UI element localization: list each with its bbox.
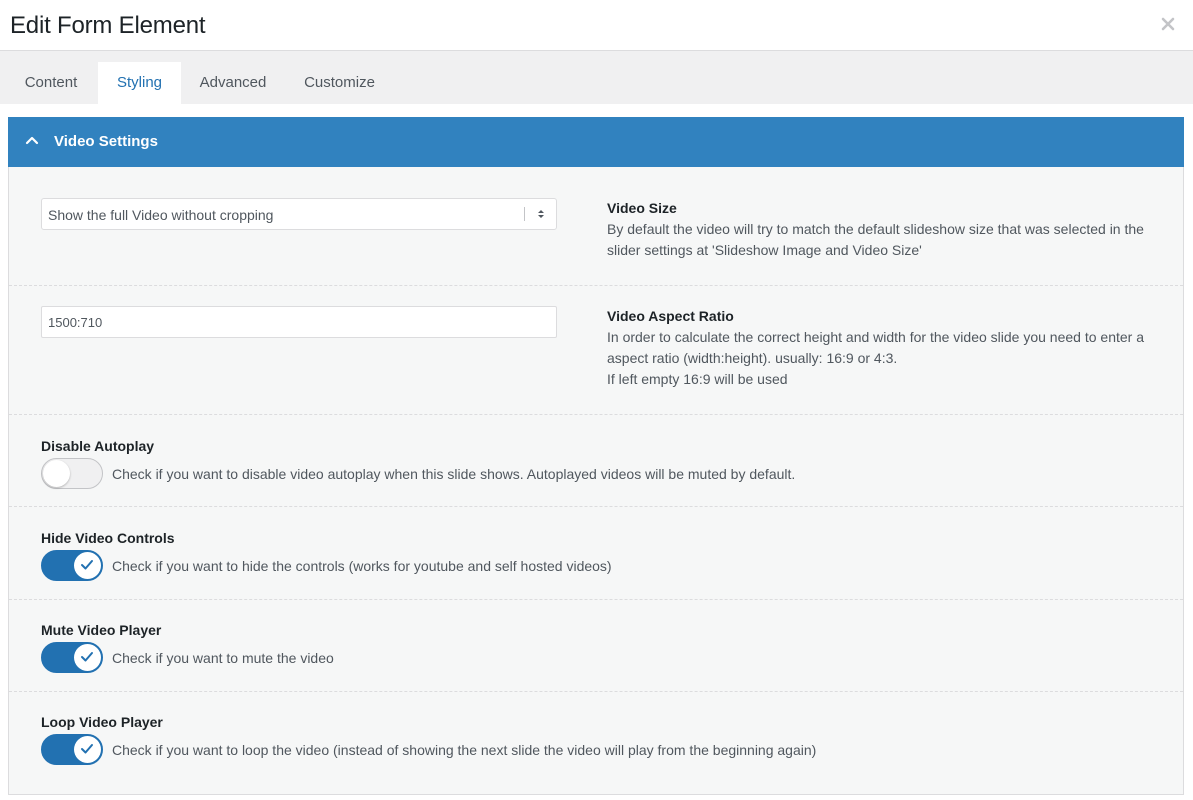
tab-content[interactable]: Content (6, 62, 96, 104)
hide-controls-row: Hide Video Controls Check if you want to… (41, 530, 1181, 590)
aspect-ratio-description-line2: If left empty 16:9 will be used (607, 371, 788, 387)
hide-controls-description: Check if you want to hide the controls (… (112, 558, 612, 574)
mute-player-description: Check if you want to mute the video (112, 650, 334, 666)
dialog-title: Edit Form Element (10, 12, 206, 39)
dialog-titlebar: Edit Form Element (0, 0, 1193, 51)
tab-styling[interactable]: Styling (98, 62, 181, 104)
toggle-knob (74, 552, 101, 579)
divider (9, 414, 1183, 415)
toggle-knob (74, 736, 101, 763)
tab-advanced[interactable]: Advanced (188, 62, 278, 104)
disable-autoplay-row: Disable Autoplay Check if you want to di… (41, 438, 1181, 498)
aspect-ratio-input[interactable] (41, 306, 557, 338)
divider (9, 285, 1183, 286)
tab-customize[interactable]: Customize (292, 62, 387, 104)
checkmark-icon (81, 560, 93, 570)
loop-player-label: Loop Video Player (41, 714, 163, 730)
aspect-ratio-title: Video Aspect Ratio (607, 308, 734, 324)
tab-bar: Content Styling Advanced Customize (0, 51, 1193, 104)
mute-player-label: Mute Video Player (41, 622, 162, 638)
aspect-ratio-description-line1: In order to calculate the correct height… (607, 329, 1144, 366)
divider (9, 506, 1183, 507)
chevron-up-icon (25, 136, 39, 145)
hide-controls-toggle[interactable] (41, 550, 103, 581)
mute-player-row: Mute Video Player Check if you want to m… (41, 622, 1181, 682)
mute-player-toggle[interactable] (41, 642, 103, 673)
hide-controls-label: Hide Video Controls (41, 530, 175, 546)
video-settings-panel: Video Settings Show the full Video witho… (8, 117, 1184, 795)
video-size-selected: Show the full Video without cropping (48, 207, 274, 223)
select-divider (524, 207, 525, 221)
panel-title: Video Settings (54, 133, 158, 150)
video-settings-header[interactable]: Video Settings (8, 117, 1184, 167)
toggle-knob (74, 644, 101, 671)
loop-player-row: Loop Video Player Check if you want to l… (41, 714, 1181, 774)
select-arrows-icon (538, 210, 544, 218)
loop-player-description: Check if you want to loop the video (ins… (112, 742, 817, 758)
toggle-knob (43, 460, 70, 487)
checkmark-icon (81, 744, 93, 754)
video-size-description: By default the video will try to match t… (607, 221, 1144, 258)
checkmark-icon (81, 652, 93, 662)
divider (9, 599, 1183, 600)
aspect-ratio-description: In order to calculate the correct height… (607, 327, 1167, 390)
close-icon (1161, 17, 1175, 31)
video-size-select[interactable]: Show the full Video without cropping (41, 198, 557, 230)
close-button[interactable] (1159, 15, 1177, 33)
loop-player-toggle[interactable] (41, 734, 103, 765)
disable-autoplay-label: Disable Autoplay (41, 438, 155, 454)
video-size-title: Video Size (607, 200, 677, 216)
disable-autoplay-toggle[interactable] (41, 458, 103, 489)
divider (9, 691, 1183, 692)
disable-autoplay-description: Check if you want to disable video autop… (112, 466, 796, 482)
